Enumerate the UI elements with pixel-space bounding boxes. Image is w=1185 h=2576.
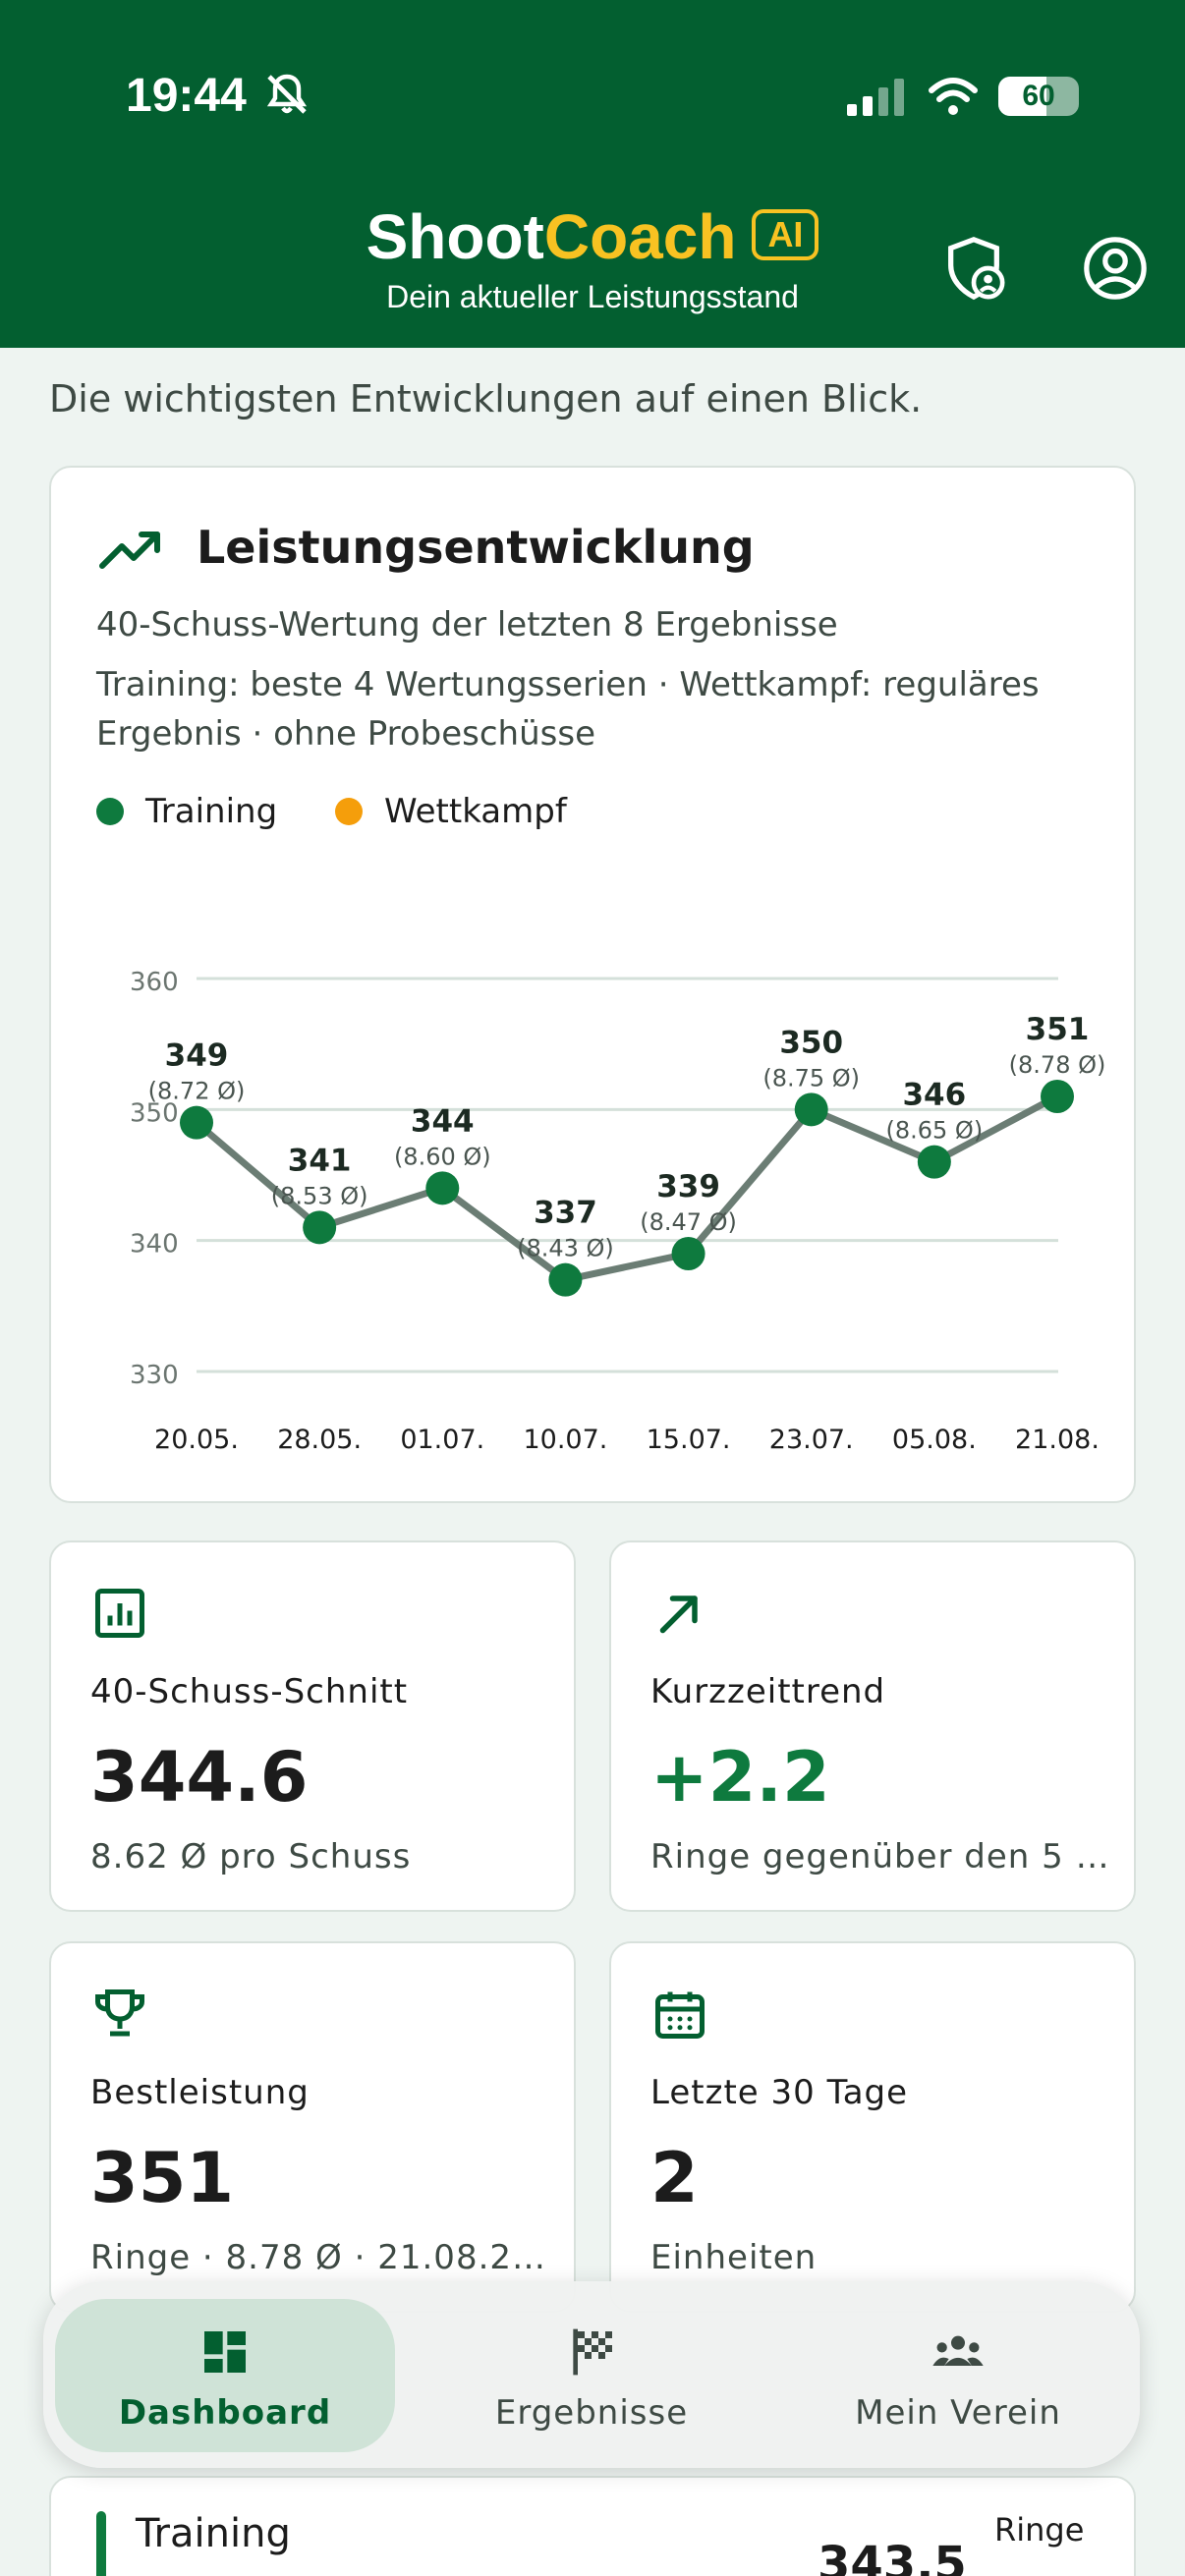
performance-line-chart: 360 350 340 330 20.05. 28.05. 01.07. 10.07. 15.0… bbox=[130, 968, 1106, 1455]
stat-card-trend: Kurzzeittrend +2.2 Ringe gegenüber den 5… bbox=[609, 1540, 1136, 1912]
data-point bbox=[548, 1262, 583, 1297]
data-point bbox=[303, 1210, 337, 1245]
wifi-icon bbox=[929, 78, 978, 115]
calendar-icon bbox=[655, 1991, 705, 2039]
data-label-value: 351 bbox=[1026, 1012, 1090, 1047]
x-tick-label: 01.07. bbox=[400, 1425, 484, 1455]
stat-card-last-30-days: Letzte 30 Tage 2 Einheiten bbox=[609, 1941, 1136, 2313]
stat-subtext: Ringe gegenüber den 5 vorherigen bbox=[650, 1837, 1122, 1876]
stat-subtext: 8.62 Ø pro Schuss bbox=[90, 1837, 412, 1876]
battery-level: 60 bbox=[1022, 80, 1055, 112]
data-label-value: 346 bbox=[902, 1078, 966, 1113]
data-label-average: (8.72 Ø) bbox=[148, 1078, 246, 1105]
x-tick-label: 28.05. bbox=[277, 1425, 362, 1455]
data-label-average: (8.43 Ø) bbox=[517, 1235, 614, 1262]
trophy-icon bbox=[95, 1989, 144, 2037]
data-point bbox=[1041, 1080, 1074, 1113]
data-label-value: 341 bbox=[288, 1143, 352, 1178]
data-label-average: (8.60 Ø) bbox=[394, 1143, 491, 1170]
data-point bbox=[180, 1105, 213, 1140]
bell-muted-icon bbox=[266, 74, 308, 114]
y-tick-label: 340 bbox=[130, 1230, 179, 1260]
data-label-average: (8.75 Ø) bbox=[762, 1064, 860, 1092]
checkered-flag-icon bbox=[573, 2328, 612, 2376]
cellular-signal-icon bbox=[847, 79, 904, 116]
battery-indicator: 60 bbox=[998, 77, 1079, 116]
data-label-value: 349 bbox=[165, 1038, 229, 1074]
data-point bbox=[425, 1171, 460, 1205]
nav-tab-mein-verein[interactable]: Mein Verein bbox=[788, 2299, 1128, 2452]
data-label-value: 337 bbox=[534, 1196, 597, 1231]
x-tick-label: 10.07. bbox=[523, 1425, 607, 1455]
stat-label: Kurzzeittrend bbox=[650, 1672, 886, 1711]
stat-value: 351 bbox=[90, 2138, 235, 2218]
data-label-average: (8.78 Ø) bbox=[1009, 1051, 1106, 1079]
stat-subtext: Ringe · 8.78 Ø · 21.08.2025 bbox=[90, 2238, 562, 2277]
stat-card-best: Bestleistung 351 Ringe · 8.78 Ø · 21.08.… bbox=[49, 1941, 576, 2313]
stat-subtext: Einheiten bbox=[650, 2238, 818, 2277]
data-point bbox=[671, 1237, 705, 1270]
x-tick-label: 21.08. bbox=[1015, 1425, 1100, 1455]
x-tick-label: 15.07. bbox=[647, 1425, 731, 1455]
profile-icon[interactable] bbox=[1081, 234, 1150, 303]
y-tick-label: 360 bbox=[130, 968, 179, 997]
nav-label-mein-verein: Mein Verein bbox=[855, 2393, 1061, 2433]
training-card-title: Training bbox=[136, 2511, 291, 2556]
nav-tab-dashboard[interactable]: Dashboard bbox=[55, 2299, 395, 2452]
training-card-value: 343.5 bbox=[818, 2537, 967, 2576]
shield-user-icon[interactable] bbox=[939, 234, 1008, 303]
performance-chart-card: Leistungsentwicklung 40-Schuss-Wertung d… bbox=[49, 466, 1136, 1503]
stat-card-average: 40-Schuss-Schnitt 344.6 8.62 Ø pro Schus… bbox=[49, 1540, 576, 1912]
nav-tab-ergebnisse[interactable]: Ergebnisse bbox=[422, 2299, 762, 2452]
data-label-average: (8.47 Ø) bbox=[640, 1208, 737, 1236]
training-summary-card[interactable]: Training 343.5 Ringe bbox=[49, 2476, 1136, 2576]
status-time: 19:44 bbox=[126, 70, 247, 122]
y-tick-label: 330 bbox=[130, 1361, 179, 1390]
brand-shoot: Shoot bbox=[366, 201, 544, 272]
brand-coach: Coach bbox=[543, 201, 737, 272]
trend-up-arrow-icon bbox=[659, 1596, 698, 1634]
stat-value: 2 bbox=[650, 2138, 699, 2218]
nav-label-dashboard: Dashboard bbox=[118, 2393, 332, 2433]
stat-label: Letzte 30 Tage bbox=[650, 2073, 909, 2112]
group-icon bbox=[932, 2335, 984, 2366]
app-header: 19:44 60 ShootCoach AI Dein aktueller Lei… bbox=[0, 0, 1185, 348]
data-label-value: 344 bbox=[411, 1103, 475, 1139]
bottom-navigation: Dashboard Ergebnisse Mein Verein bbox=[43, 2281, 1140, 2468]
stat-label: 40-Schuss-Schnitt bbox=[90, 1672, 409, 1711]
data-label-average: (8.65 Ø) bbox=[886, 1117, 984, 1145]
x-tick-label: 20.05. bbox=[154, 1425, 239, 1455]
data-label-average: (8.53 Ø) bbox=[271, 1182, 368, 1209]
training-card-unit: Ringe bbox=[994, 2511, 1085, 2548]
data-point bbox=[917, 1145, 951, 1179]
bar-chart-icon bbox=[95, 1589, 144, 1638]
dashboard-icon bbox=[204, 2331, 246, 2373]
ai-badge: AI bbox=[752, 209, 819, 260]
nav-label-ergebnisse: Ergebnisse bbox=[494, 2393, 689, 2433]
stat-value: +2.2 bbox=[650, 1737, 830, 1818]
intro-text: Die wichtigsten Entwicklungen auf einen … bbox=[49, 377, 923, 420]
data-label-value: 350 bbox=[779, 1025, 843, 1060]
accent-bar bbox=[96, 2511, 106, 2576]
data-point bbox=[794, 1092, 828, 1127]
stat-label: Bestleistung bbox=[90, 2073, 310, 2112]
x-tick-label: 23.07. bbox=[769, 1425, 854, 1455]
data-label-value: 339 bbox=[656, 1169, 720, 1204]
x-tick-label: 05.08. bbox=[892, 1425, 977, 1455]
stat-value: 344.6 bbox=[90, 1737, 309, 1818]
